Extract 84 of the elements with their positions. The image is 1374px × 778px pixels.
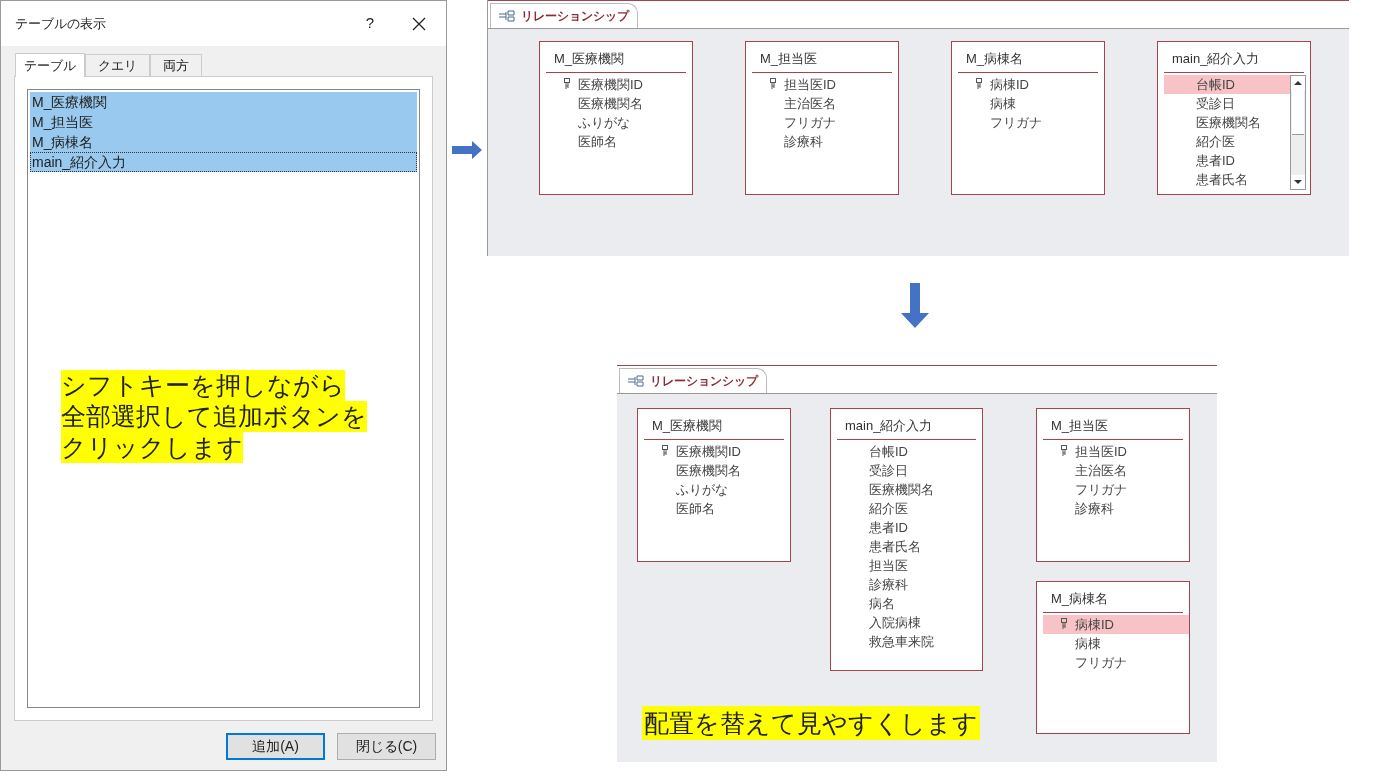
field-row[interactable]: 患者氏名 [1164, 169, 1290, 189]
table-card[interactable]: main_紹介入力 台帳ID 受診日 医療機関名 紹介医 患者ID 患者氏名 [1157, 41, 1311, 195]
scroll-down-icon[interactable] [1291, 175, 1305, 189]
field-row[interactable]: 医療機関名 [1164, 112, 1290, 132]
help-button[interactable]: ? [348, 1, 392, 46]
field-row[interactable]: 医師名 [546, 131, 692, 151]
relationship-tab[interactable]: リレーションシップ [619, 368, 767, 393]
relationship-icon [499, 10, 515, 22]
field-row[interactable]: 医療機関ID [546, 74, 692, 94]
table-title: M_医療機関 [651, 417, 724, 435]
field-row[interactable]: 紹介医 [1164, 131, 1290, 151]
field-row[interactable]: 診療科 [837, 574, 982, 594]
table-title: M_担当医 [1050, 417, 1110, 435]
field-row[interactable]: 患者ID [837, 517, 982, 537]
field-row[interactable]: 病棟ID [1043, 614, 1189, 634]
key-icon [1061, 444, 1067, 457]
scroll-thumb[interactable] [1292, 89, 1304, 135]
field-row[interactable]: 病棟 [1043, 633, 1189, 653]
key-icon [662, 444, 668, 457]
window-title: テーブルの表示 [15, 14, 107, 33]
dialog-button[interactable]: 閉じる(C) [337, 733, 436, 760]
field-row[interactable]: 台帳ID [1164, 74, 1290, 94]
scroll-up-icon[interactable] [1291, 75, 1305, 90]
field-row[interactable]: フリガナ [1043, 479, 1189, 499]
table-title: M_病棟名 [965, 50, 1025, 68]
field-row[interactable]: 紹介医 [837, 498, 982, 518]
relationship-tab[interactable]: リレーションシップ [490, 3, 638, 28]
key-icon [770, 77, 776, 90]
key-icon [564, 77, 570, 90]
field-row[interactable]: 患者氏名 [837, 536, 982, 556]
table-card[interactable]: main_紹介入力 台帳ID 受診日 医療機関名 紹介医 患者ID 患者氏名 担当医 診療科 病名 入院病棟 救急車来院 [830, 408, 983, 671]
table-title: main_紹介入力 [844, 417, 934, 435]
field-row[interactable]: 病棟 [958, 93, 1104, 113]
list-item[interactable]: M_医療機関 [30, 92, 417, 112]
field-row[interactable]: 医療機関名 [644, 460, 790, 480]
field-row[interactable]: 医師名 [644, 498, 790, 518]
key-icon [1061, 617, 1067, 630]
relationship-icon [628, 375, 644, 387]
table-title: M_担当医 [759, 50, 819, 68]
field-row[interactable]: 医療機関名 [546, 93, 692, 113]
note-text: 配置を替えて見やすくします [642, 706, 980, 740]
field-row[interactable]: ふりがな [644, 479, 790, 499]
list-item[interactable]: M_病棟名 [30, 132, 417, 152]
right-arrow-icon [452, 141, 482, 159]
field-row[interactable]: 救急車来院 [837, 631, 982, 651]
field-row[interactable]: フリガナ [958, 112, 1104, 132]
table-card[interactable]: M_病棟名 病棟ID 病棟 フリガナ [1036, 581, 1190, 734]
dialog-tab[interactable]: テーブル [15, 53, 85, 77]
table-card[interactable]: M_担当医 担当医ID 主治医名 フリガナ 診療科 [1036, 408, 1190, 562]
dialog-tab[interactable]: クエリ [85, 54, 150, 76]
field-row[interactable]: 主治医名 [1043, 460, 1189, 480]
key-icon [976, 77, 982, 90]
scrollbar[interactable] [1290, 74, 1306, 190]
field-row[interactable]: 診療科 [1043, 498, 1189, 518]
field-row[interactable]: 医療機関名 [837, 479, 982, 499]
table-card[interactable]: M_病棟名 病棟ID 病棟 フリガナ [951, 41, 1105, 195]
down-arrow-icon [901, 283, 929, 328]
table-card[interactable]: M_医療機関 医療機関ID 医療機関名 ふりがな 医師名 [637, 408, 791, 562]
table-title: M_医療機関 [553, 50, 626, 68]
list-item[interactable]: M_担当医 [30, 112, 417, 132]
dialog-tab[interactable]: 両方 [150, 54, 202, 76]
field-row[interactable]: ふりがな [546, 112, 692, 132]
field-row[interactable]: 主治医名 [752, 93, 898, 113]
list-item[interactable]: main_紹介入力 [30, 152, 417, 172]
field-row[interactable]: フリガナ [1043, 652, 1189, 672]
field-row[interactable]: 診療科 [752, 131, 898, 151]
field-row[interactable]: 医療機関ID [644, 441, 790, 461]
field-row[interactable]: フリガナ [752, 112, 898, 132]
field-row[interactable]: 入院病棟 [837, 612, 982, 632]
field-row[interactable]: 担当医ID [752, 74, 898, 94]
table-title: M_病棟名 [1050, 590, 1110, 608]
table-card[interactable]: M_医療機関 医療機関ID 医療機関名 ふりがな 医師名 [539, 41, 693, 195]
table-card[interactable]: M_担当医 担当医ID 主治医名 フリガナ 診療科 [745, 41, 899, 195]
dialog-button[interactable]: 追加(A) [226, 733, 325, 760]
field-row[interactable]: 受診日 [837, 460, 982, 480]
field-row[interactable]: 担当医 [837, 555, 982, 575]
field-row[interactable]: 病名 [837, 593, 982, 613]
field-row[interactable]: 受診日 [1164, 93, 1290, 113]
field-row[interactable]: 担当医ID [1043, 441, 1189, 461]
field-row[interactable]: 病棟ID [958, 74, 1104, 94]
field-row[interactable]: 台帳ID [837, 441, 982, 461]
close-icon [412, 16, 426, 31]
table-title: main_紹介入力 [1171, 50, 1261, 68]
field-row[interactable]: 患者ID [1164, 150, 1290, 170]
